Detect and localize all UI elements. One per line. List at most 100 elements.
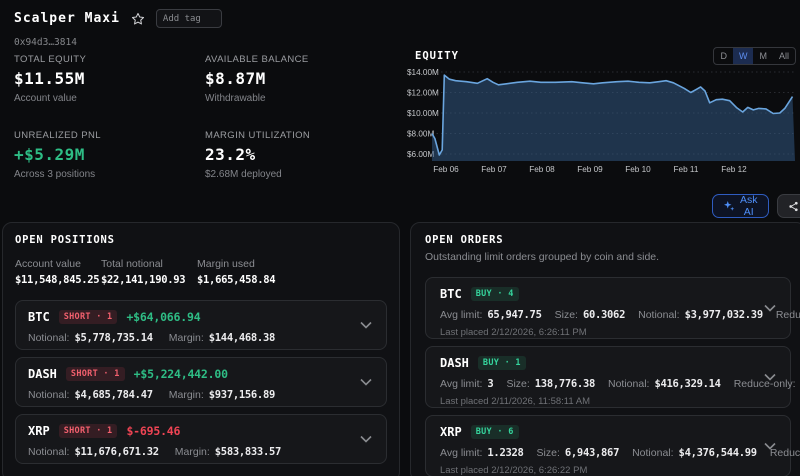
margin-value: $583,833.57: [215, 446, 281, 458]
ask-ai-button[interactable]: Ask AI: [712, 194, 769, 218]
stat-value: +$5.29M: [14, 145, 205, 164]
position-card-btc[interactable]: BTCSHORT · 1+$64,066.94Notional:$5,778,7…: [15, 300, 387, 350]
notional-value: $4,685,784.47: [74, 389, 152, 401]
size-value: 60.3062: [583, 309, 625, 321]
svg-text:Feb 06: Feb 06: [433, 165, 459, 174]
share-button[interactable]: Share: [777, 194, 800, 218]
size-value: 138,776.38: [535, 378, 595, 390]
coin-label: BTC: [28, 310, 50, 324]
notional-label: Notional:: [28, 389, 69, 401]
notional-label: Notional:: [638, 309, 679, 321]
avg-limit-field: Avg limit:3: [440, 378, 493, 390]
page-title: Scalper Maxi: [14, 11, 120, 26]
side-badge: BUY · 1: [478, 356, 526, 370]
notional-field: Notional:$416,329.14: [608, 378, 721, 390]
margin-field: Margin: $937,156.89: [169, 389, 275, 401]
side-badge: SHORT · 1: [59, 424, 118, 438]
notional-field: Notional:$11,676,671.32: [28, 446, 159, 458]
margin-field: Margin: $583,833.57: [175, 446, 281, 458]
stat-label: TOTAL EQUITY: [14, 54, 205, 65]
stat-unrealized-pnl: UNREALIZED PNL +$5.29M Across 3 position…: [14, 130, 205, 180]
notional-field: Notional:$4,376,544.99: [632, 447, 757, 459]
avg-limit-label: Avg limit:: [440, 447, 482, 459]
summary-label: Margin used: [197, 258, 275, 270]
order-card-dash[interactable]: DASHBUY · 1Avg limit:3Size:138,776.38Not…: [425, 346, 791, 408]
open-positions-title: OPEN POSITIONS: [15, 234, 387, 246]
svg-text:Feb 11: Feb 11: [674, 165, 699, 174]
pnl-value: $-695.46: [126, 424, 180, 438]
summary-label: Total notional: [101, 258, 197, 270]
open-orders-subtitle: Outstanding limit orders grouped by coin…: [425, 251, 791, 263]
margin-value: $937,156.89: [209, 389, 275, 401]
notional-field: Notional: $4,685,784.47: [28, 389, 153, 401]
ask-ai-label: Ask AI: [740, 194, 758, 218]
position-card-dash[interactable]: DASHSHORT · 1+$5,224,442.00Notional:$4,6…: [15, 357, 387, 407]
margin-value: $144,468.38: [209, 332, 275, 344]
open-orders-panel: OPEN ORDERS Outstanding limit orders gro…: [410, 222, 800, 476]
position-card-xrp[interactable]: XRP SHORT · 1 $-695.46 Notional:$11,676,671…: [15, 414, 387, 464]
summary-label: Account value: [15, 258, 101, 270]
margin-field: Margin: $144,468.38: [169, 332, 275, 344]
margin-label: Margin:: [169, 389, 204, 401]
chevron-down-icon[interactable]: [764, 374, 776, 381]
add-tag-input[interactable]: [156, 9, 222, 28]
chevron-down-icon[interactable]: [360, 379, 372, 386]
stat-margin-utilization: MARGIN UTILIZATION 23.2% $2.68M deployed: [205, 130, 394, 180]
open-orders-title: OPEN ORDERS: [425, 234, 791, 246]
chevron-down-icon[interactable]: [764, 305, 776, 312]
size-field: Size: 6,943,867: [537, 447, 620, 459]
favorite-star-icon[interactable]: [131, 12, 145, 26]
wallet-address: 0x94d3…3814: [14, 37, 77, 48]
svg-text:$6.00M: $6.00M: [407, 150, 434, 159]
account-header: Scalper Maxi: [14, 9, 222, 28]
positions-summary: Account value $11,548,845.25 Total notio…: [15, 258, 387, 286]
share-icon: [788, 201, 799, 212]
size-label: Size:: [555, 309, 578, 321]
order-card-btc[interactable]: BTC BUY · 4 Avg limit: 65,947.75 Size: 60.306…: [425, 277, 791, 339]
avg-limit-label: Avg limit:: [440, 378, 482, 390]
size-label: Size:: [537, 447, 560, 459]
notional-value: $11,676,671.32: [74, 446, 158, 458]
avg-limit-label: Avg limit:: [440, 309, 482, 321]
orders-list: BTC BUY · 4 Avg limit: 65,947.75 Size: 60.306…: [425, 277, 791, 476]
svg-text:Feb 10: Feb 10: [625, 165, 651, 174]
margin-label: Margin:: [169, 332, 204, 344]
notional-label: Notional:: [28, 332, 69, 344]
size-value: 6,943,867: [565, 447, 619, 459]
pnl-value: +$64,066.94: [126, 310, 200, 324]
order-card-xrp[interactable]: XRPBUY · 6Avg limit:1.2328Size:6,943,867…: [425, 415, 791, 476]
chevron-down-icon[interactable]: [360, 436, 372, 443]
stat-sub: Withdrawable: [205, 93, 394, 104]
summary-total-notional: Total notional $22,141,190.93: [101, 258, 197, 286]
side-badge: SHORT · 1: [66, 367, 125, 381]
notional-label: Notional:: [608, 378, 649, 390]
stat-sub: Account value: [14, 93, 205, 104]
svg-text:Feb 12: Feb 12: [721, 165, 747, 174]
svg-text:$8.00M: $8.00M: [407, 130, 434, 139]
chevron-down-icon[interactable]: [764, 443, 776, 450]
open-positions-panel: OPEN POSITIONS Account value $11,548,845…: [2, 222, 400, 476]
chart-title: EQUITY: [415, 50, 459, 62]
stat-sub: Across 3 positions: [14, 169, 205, 180]
avg-limit-value: 65,947.75: [487, 309, 541, 321]
svg-text:Feb 07: Feb 07: [481, 165, 507, 174]
side-badge: SHORT · 1: [59, 310, 118, 324]
reduce-only-label: Reduce-only:: [776, 309, 800, 321]
coin-label: XRP: [28, 424, 50, 438]
reduce-only-field: Reduce-only:1: [776, 309, 800, 321]
avg-limit-field: Avg limit: 65,947.75: [440, 309, 542, 321]
side-badge: BUY · 4: [471, 287, 519, 301]
last-placed-timestamp: Last placed 2/12/2026, 6:26:22 PM: [440, 465, 776, 476]
stats-grid: TOTAL EQUITY $11.55M Account value AVAIL…: [14, 54, 394, 180]
avg-limit-field: Avg limit: 1.2328: [440, 447, 524, 459]
avg-limit-value: 1.2328: [487, 447, 523, 459]
size-field: Size: 138,776.38: [506, 378, 595, 390]
size-label: Size:: [506, 378, 529, 390]
coin-label: XRP: [440, 425, 462, 439]
margin-label: Margin:: [175, 446, 210, 458]
svg-text:$14.00M: $14.00M: [407, 68, 439, 77]
notional-field: Notional:$3,977,032.39: [638, 309, 763, 321]
chevron-down-icon[interactable]: [360, 322, 372, 329]
coin-label: BTC: [440, 287, 462, 301]
size-field: Size: 60.3062: [555, 309, 626, 321]
